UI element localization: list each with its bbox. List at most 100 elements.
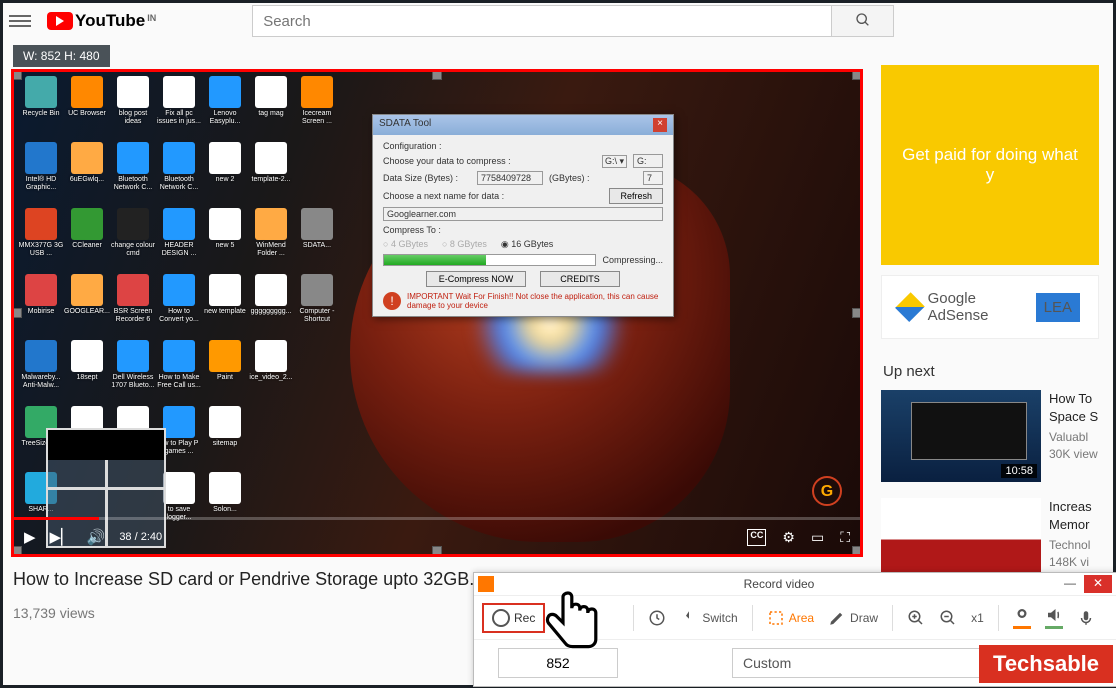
desktop-icon[interactable]: SDATA... bbox=[294, 208, 340, 272]
desktop-icon[interactable]: Malwareby... Anti-Malw... bbox=[18, 340, 64, 404]
cc-button[interactable]: CC bbox=[747, 529, 766, 546]
desktop-icon[interactable]: Dell Wireless 1707 Blueto... bbox=[110, 340, 156, 404]
size-input[interactable]: 7758409728 bbox=[477, 171, 543, 185]
desktop-icon[interactable]: UC Browser bbox=[64, 76, 110, 140]
rec-views: 148K vi bbox=[1049, 554, 1092, 571]
desktop-icon[interactable]: Bluetooth Network C... bbox=[110, 142, 156, 206]
desktop-icon[interactable]: Lenovo Easyplu... bbox=[202, 76, 248, 140]
time-label: 38 / 2:40 bbox=[119, 531, 162, 543]
progress-track[interactable] bbox=[14, 517, 860, 520]
channel-name: Technol bbox=[1049, 537, 1092, 554]
ad-banner[interactable]: Get paid for doing what y bbox=[881, 65, 1099, 265]
watermark: Techsable bbox=[979, 645, 1113, 683]
drive-select[interactable]: G:\ ▾ bbox=[602, 155, 627, 168]
desktop-icon[interactable]: 18sept bbox=[64, 340, 110, 404]
timer-button[interactable] bbox=[648, 609, 666, 627]
learn-button[interactable]: LEA bbox=[1036, 293, 1080, 322]
resize-handle[interactable] bbox=[852, 70, 862, 80]
desktop-icon[interactable]: HEADER DESIGN ... bbox=[156, 208, 202, 272]
settings-icon[interactable]: ⚙ bbox=[782, 529, 795, 546]
close-button[interactable]: ✕ bbox=[1084, 575, 1112, 593]
desktop-icon[interactable]: 6uEGwlq... bbox=[64, 142, 110, 206]
desktop-icon[interactable]: Mobirise bbox=[18, 274, 64, 338]
compress-to-label: Compress To : bbox=[383, 225, 663, 235]
adsense-card[interactable]: Google AdSense LEA bbox=[881, 275, 1099, 339]
zoom-out-button[interactable] bbox=[939, 609, 957, 627]
desktop-icon[interactable]: change colour cmd bbox=[110, 208, 156, 272]
radio-8gb[interactable]: ○ 8 GBytes bbox=[442, 239, 487, 250]
desktop-icon[interactable]: Computer - Shortcut bbox=[294, 274, 340, 338]
dimension-label: W: 852 H: 480 bbox=[13, 45, 110, 67]
desktop-icon[interactable]: ggggggggg... bbox=[248, 274, 294, 338]
radio-4gb[interactable]: ○ 4 GBytes bbox=[383, 239, 428, 250]
gbytes-input[interactable]: 7 bbox=[643, 171, 663, 185]
sdata-close-button[interactable]: × bbox=[653, 118, 667, 132]
ecompress-button[interactable]: E-Compress NOW bbox=[426, 271, 526, 287]
desktop-icon[interactable]: new template bbox=[202, 274, 248, 338]
choose-compress-label: Choose your data to compress : bbox=[383, 156, 596, 166]
drive-label: G: bbox=[633, 154, 663, 168]
desktop-icon[interactable]: MMX377G 3G USB ... bbox=[18, 208, 64, 272]
resize-handle[interactable] bbox=[852, 308, 862, 318]
desktop-icon[interactable]: template-2... bbox=[248, 142, 294, 206]
desktop-icon[interactable]: new 5 bbox=[202, 208, 248, 272]
logo-region: IN bbox=[147, 13, 156, 23]
google-badge-icon: G bbox=[812, 476, 842, 506]
desktop-icon[interactable]: How to Convert yo... bbox=[156, 274, 202, 338]
desktop-icon[interactable]: tag mag bbox=[248, 76, 294, 140]
desktop-icon[interactable]: CCleaner bbox=[64, 208, 110, 272]
play-icon[interactable]: ▶ bbox=[24, 528, 36, 546]
credits-button[interactable]: CREDITS bbox=[540, 271, 620, 287]
rec-views: 30K view bbox=[1049, 446, 1098, 463]
desktop-icon[interactable]: new 2 bbox=[202, 142, 248, 206]
desktop-icon[interactable]: BSR Screen Recorder 6 bbox=[110, 274, 156, 338]
draw-button[interactable]: Draw bbox=[828, 609, 878, 627]
desktop-icon[interactable]: GOOGLEAR... bbox=[64, 274, 110, 338]
config-label: Configuration : bbox=[383, 141, 663, 151]
resize-handle[interactable] bbox=[12, 70, 22, 80]
name-input[interactable]: Googlearner.com bbox=[383, 207, 663, 221]
next-name-label: Choose a next name for data : bbox=[383, 191, 603, 201]
mic-button[interactable] bbox=[1077, 609, 1095, 627]
minimize-button[interactable]: — bbox=[1056, 575, 1084, 593]
desktop-icon[interactable]: WinMend Folder ... bbox=[248, 208, 294, 272]
switch-button[interactable]: Switch bbox=[680, 609, 737, 627]
desktop-icon[interactable]: Intel® HD Graphic... bbox=[18, 142, 64, 206]
next-icon[interactable]: ▶▏ bbox=[50, 528, 73, 546]
recommendation-item[interactable]: 10:58 How ToSpace S Valuabl 30K view bbox=[881, 390, 1113, 482]
desktop-icon[interactable]: Recycle Bin bbox=[18, 76, 64, 140]
desktop-icon[interactable]: How to Make Free Call us... bbox=[156, 340, 202, 404]
theater-icon[interactable]: ▭ bbox=[811, 529, 824, 546]
youtube-logo[interactable]: YouTube IN bbox=[47, 11, 156, 31]
desktop-icon[interactable]: sitemap bbox=[202, 406, 248, 470]
warning-icon: ! bbox=[383, 292, 401, 310]
hamburger-icon[interactable] bbox=[9, 15, 31, 27]
resize-handle[interactable] bbox=[12, 308, 22, 318]
duration-badge: 10:58 bbox=[1001, 464, 1037, 478]
channel-name: Valuabl bbox=[1049, 429, 1098, 446]
area-button[interactable]: Area bbox=[767, 609, 814, 627]
resize-handle[interactable] bbox=[432, 70, 442, 80]
radio-16gb[interactable]: ◉ 16 GBytes bbox=[501, 239, 553, 250]
logo-text: YouTube bbox=[75, 11, 145, 31]
fullscreen-icon[interactable]: ⛶ bbox=[840, 529, 850, 546]
audio-button[interactable] bbox=[1045, 606, 1063, 629]
video-player[interactable]: G Recycle BinUC Browserblog post ideasFi… bbox=[11, 69, 863, 557]
adsense-icon bbox=[895, 292, 924, 321]
desktop-icon[interactable]: Fix all pc issues in jus... bbox=[156, 76, 202, 140]
volume-icon[interactable]: 🔊 bbox=[87, 528, 106, 546]
cursor-hand-icon bbox=[535, 581, 615, 661]
search-input[interactable] bbox=[252, 5, 832, 37]
search-button[interactable] bbox=[832, 5, 894, 37]
webcam-button[interactable] bbox=[1013, 606, 1031, 629]
refresh-button[interactable]: Refresh bbox=[609, 188, 663, 204]
desktop-icon[interactable]: Paint bbox=[202, 340, 248, 404]
desktop-icon[interactable]: blog post ideas bbox=[110, 76, 156, 140]
desktop-icon[interactable]: Icecream Screen ... bbox=[294, 76, 340, 140]
desktop-icon[interactable]: ice_video_2... bbox=[248, 340, 294, 404]
sdata-title: SDATA Tool bbox=[379, 118, 431, 132]
sdata-tool-window[interactable]: SDATA Tool × Configuration : Choose your… bbox=[372, 114, 674, 317]
gbytes-label: (GBytes) : bbox=[549, 173, 637, 183]
zoom-in-button[interactable] bbox=[907, 609, 925, 627]
desktop-icon[interactable]: Bluetooth Network C... bbox=[156, 142, 202, 206]
